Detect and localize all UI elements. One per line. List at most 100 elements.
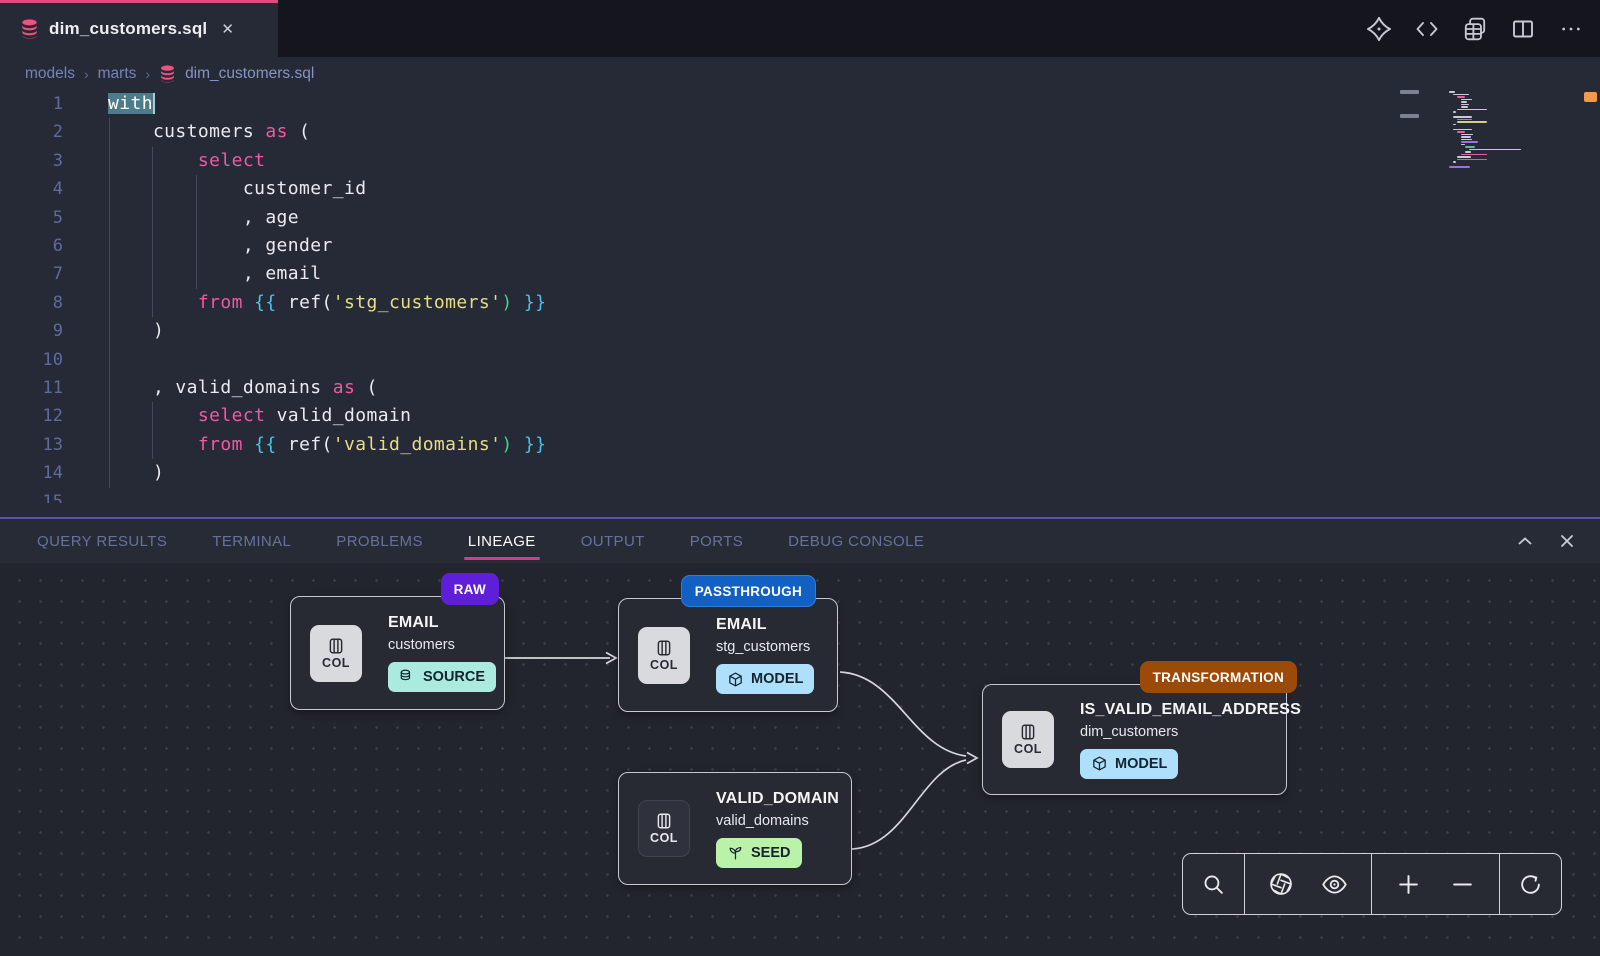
minimap-line <box>1453 111 1456 113</box>
panel-tab-output[interactable]: OUTPUT <box>579 527 647 556</box>
code-line-15[interactable]: , <box>108 488 164 503</box>
minimap-marker <box>1400 114 1419 118</box>
breadcrumb-separator: › <box>84 66 89 82</box>
column-lineage-badge: PASSTHROUGH <box>681 575 816 607</box>
minimap-line <box>1449 91 1455 93</box>
lineage-node-dim-customers-is-valid-email-address[interactable]: TRANSFORMATION COL IS_VALID_EMAIL_ADDRES… <box>982 684 1287 795</box>
code-line-13[interactable]: from {{ ref('valid_domains') }} <box>108 431 546 459</box>
toolbar-group <box>1500 854 1561 914</box>
column-name: IS_VALID_EMAIL_ADDRESS <box>1080 701 1301 719</box>
minimap-line <box>1457 121 1487 123</box>
tab-dim-customers[interactable]: dim_customers.sql ✕ <box>0 0 278 57</box>
code-line-9[interactable]: ) <box>108 317 164 345</box>
eye-icon[interactable] <box>1318 867 1352 901</box>
search-icon[interactable] <box>1197 867 1231 901</box>
panel-tab-debug-console[interactable]: DEBUG CONSOLE <box>786 527 926 556</box>
line-number: 7 <box>0 260 63 288</box>
minimap[interactable] <box>1449 91 1564 271</box>
titlebar-actions <box>1364 0 1586 57</box>
minimap-line <box>1457 131 1465 133</box>
chevron-up-icon[interactable] <box>1514 530 1536 552</box>
line-number: 13 <box>0 431 63 459</box>
minimap-line <box>1461 136 1471 138</box>
lineage-toolbar <box>1182 853 1562 915</box>
line-number: 2 <box>0 118 63 146</box>
line-number: 6 <box>0 232 63 260</box>
minimap-line <box>1457 159 1487 161</box>
aperture-icon[interactable] <box>1264 867 1298 901</box>
code-line-11[interactable]: , valid_domains as ( <box>108 374 378 402</box>
toolbar-group <box>1245 854 1372 914</box>
code-icon[interactable] <box>1412 14 1442 44</box>
minimap-line <box>1461 106 1468 108</box>
minimap-line <box>1457 156 1471 158</box>
resource-type-badge-source: SOURCE <box>388 662 496 692</box>
column-icon: COL <box>638 800 690 857</box>
lineage-node-customers-email[interactable]: RAW COL EMAIL customers SOURCE <box>290 596 505 710</box>
code-line-8[interactable]: from {{ ref('stg_customers') }} <box>108 289 546 317</box>
model-name: customers <box>388 637 496 653</box>
overview-ruler-marker <box>1584 92 1597 102</box>
split-editor-icon[interactable] <box>1508 14 1538 44</box>
line-number: 3 <box>0 147 63 175</box>
code-line-7[interactable]: , email <box>108 260 322 288</box>
refresh-icon[interactable] <box>1514 867 1548 901</box>
panel-tab-ports[interactable]: PORTS <box>688 527 745 556</box>
database-icon <box>399 669 416 686</box>
tab-close-icon[interactable]: ✕ <box>221 20 234 38</box>
minimap-line <box>1457 109 1487 111</box>
seedling-icon <box>727 844 744 861</box>
code-line-1[interactable]: with <box>108 90 155 118</box>
lineage-canvas[interactable]: RAW COL EMAIL customers SOURCE PASSTHROU… <box>0 563 1600 956</box>
line-number: 5 <box>0 204 63 232</box>
minimap-line <box>1461 144 1465 146</box>
minimap-line <box>1457 96 1465 98</box>
code-editor[interactable]: 123456789101112131415 with customers as … <box>0 90 1600 517</box>
minimap-line <box>1461 141 1478 143</box>
code-line-4[interactable]: customer_id <box>108 175 366 203</box>
toolbar-group <box>1372 854 1500 914</box>
resource-type-badge-seed: SEED <box>716 838 802 868</box>
line-number: 1 <box>0 90 63 118</box>
breadcrumb-separator: › <box>145 66 150 82</box>
code-line-2[interactable]: customers as ( <box>108 118 310 146</box>
toolbar-group <box>1183 854 1245 914</box>
code-line-12[interactable]: select valid_domain <box>108 402 411 430</box>
panel-tab-lineage[interactable]: LINEAGE <box>466 527 538 556</box>
panel-tab-terminal[interactable]: TERMINAL <box>210 527 293 556</box>
line-number: 9 <box>0 317 63 345</box>
minimap-line <box>1465 151 1471 153</box>
line-number: 15 <box>0 488 63 503</box>
column-icon: COL <box>310 625 362 682</box>
panel-tab-bar: QUERY RESULTS TERMINAL PROBLEMS LINEAGE OUTP… <box>0 519 1600 563</box>
code-line-6[interactable]: , gender <box>108 232 333 260</box>
more-actions-icon[interactable] <box>1556 14 1586 44</box>
minimap-line <box>1461 134 1473 136</box>
copy-table-icon[interactable] <box>1460 14 1490 44</box>
lineage-node-valid-domains-valid-domain[interactable]: COL VALID_DOMAIN valid_domains SEED <box>618 772 852 885</box>
breadcrumb-item-marts[interactable]: marts <box>98 65 137 83</box>
zoom-in-icon[interactable] <box>1392 867 1426 901</box>
code-line-14[interactable]: ) <box>108 459 164 487</box>
panel-tab-query-results[interactable]: QUERY RESULTS <box>35 527 169 556</box>
minimap-line <box>1461 139 1472 141</box>
column-icon: COL <box>1002 711 1054 768</box>
zoom-out-icon[interactable] <box>1445 867 1479 901</box>
database-icon <box>159 65 176 83</box>
minimap-line <box>1461 101 1467 103</box>
breadcrumb: models › marts › dim_customers.sql <box>0 57 1600 90</box>
minimap-line <box>1453 116 1472 118</box>
minimap-line <box>1457 119 1472 121</box>
minimap-line <box>1453 161 1456 163</box>
panel-tab-problems[interactable]: PROBLEMS <box>334 527 425 556</box>
breadcrumb-item-models[interactable]: models <box>25 65 75 83</box>
close-icon[interactable] <box>1556 530 1578 552</box>
dbt-icon[interactable] <box>1364 14 1394 44</box>
code-line-3[interactable]: select <box>108 147 265 175</box>
resource-type-badge-model: MODEL <box>716 664 814 694</box>
lineage-node-stg-customers-email[interactable]: PASSTHROUGH COL EMAIL stg_customers MODE… <box>618 598 838 712</box>
column-name: VALID_DOMAIN <box>716 790 839 808</box>
line-number: 8 <box>0 289 63 317</box>
breadcrumb-item-dim-customers-sql[interactable]: dim_customers.sql <box>185 65 314 83</box>
code-line-5[interactable]: , age <box>108 204 299 232</box>
